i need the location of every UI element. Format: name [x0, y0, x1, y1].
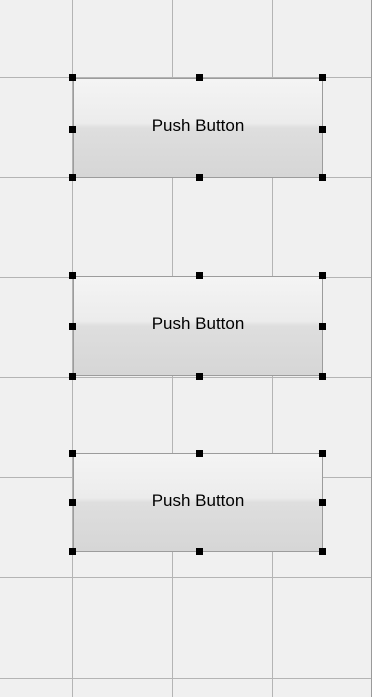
push-button-label: Push Button	[151, 490, 245, 510]
resize-handle-sw[interactable]	[69, 548, 76, 555]
resize-handle-n[interactable]	[196, 74, 203, 81]
resize-handle-e[interactable]	[319, 126, 326, 133]
resize-handle-ne[interactable]	[319, 74, 326, 81]
resize-handle-s[interactable]	[196, 373, 203, 380]
resize-handle-w[interactable]	[69, 126, 76, 133]
resize-handle-nw[interactable]	[69, 272, 76, 279]
resize-handle-e[interactable]	[319, 323, 326, 330]
resize-handle-n[interactable]	[196, 272, 203, 279]
resize-handle-sw[interactable]	[69, 174, 76, 181]
resize-handle-s[interactable]	[196, 548, 203, 555]
resize-handle-sw[interactable]	[69, 373, 76, 380]
resize-handle-w[interactable]	[69, 323, 76, 330]
resize-handle-se[interactable]	[319, 174, 326, 181]
resize-handle-nw[interactable]	[69, 74, 76, 81]
resize-handle-nw[interactable]	[69, 450, 76, 457]
push-button-label: Push Button	[151, 116, 245, 135]
canvas-edge	[371, 0, 376, 697]
push-button-1[interactable]: Push Button	[73, 78, 323, 178]
layout-canvas[interactable]: Push Button Push Button Push Button	[0, 0, 376, 697]
resize-handle-se[interactable]	[319, 373, 326, 380]
resize-handle-e[interactable]	[319, 499, 326, 506]
push-button-label: Push Button	[151, 314, 245, 333]
resize-handle-w[interactable]	[69, 499, 76, 506]
resize-handle-n[interactable]	[196, 450, 203, 457]
resize-handle-ne[interactable]	[319, 450, 326, 457]
grid-line	[0, 678, 376, 679]
resize-handle-se[interactable]	[319, 548, 326, 555]
push-button-2[interactable]: Push Button	[73, 276, 323, 376]
grid-line	[0, 577, 376, 578]
resize-handle-ne[interactable]	[319, 272, 326, 279]
resize-handle-s[interactable]	[196, 174, 203, 181]
push-button-3[interactable]: Push Button	[73, 453, 323, 552]
